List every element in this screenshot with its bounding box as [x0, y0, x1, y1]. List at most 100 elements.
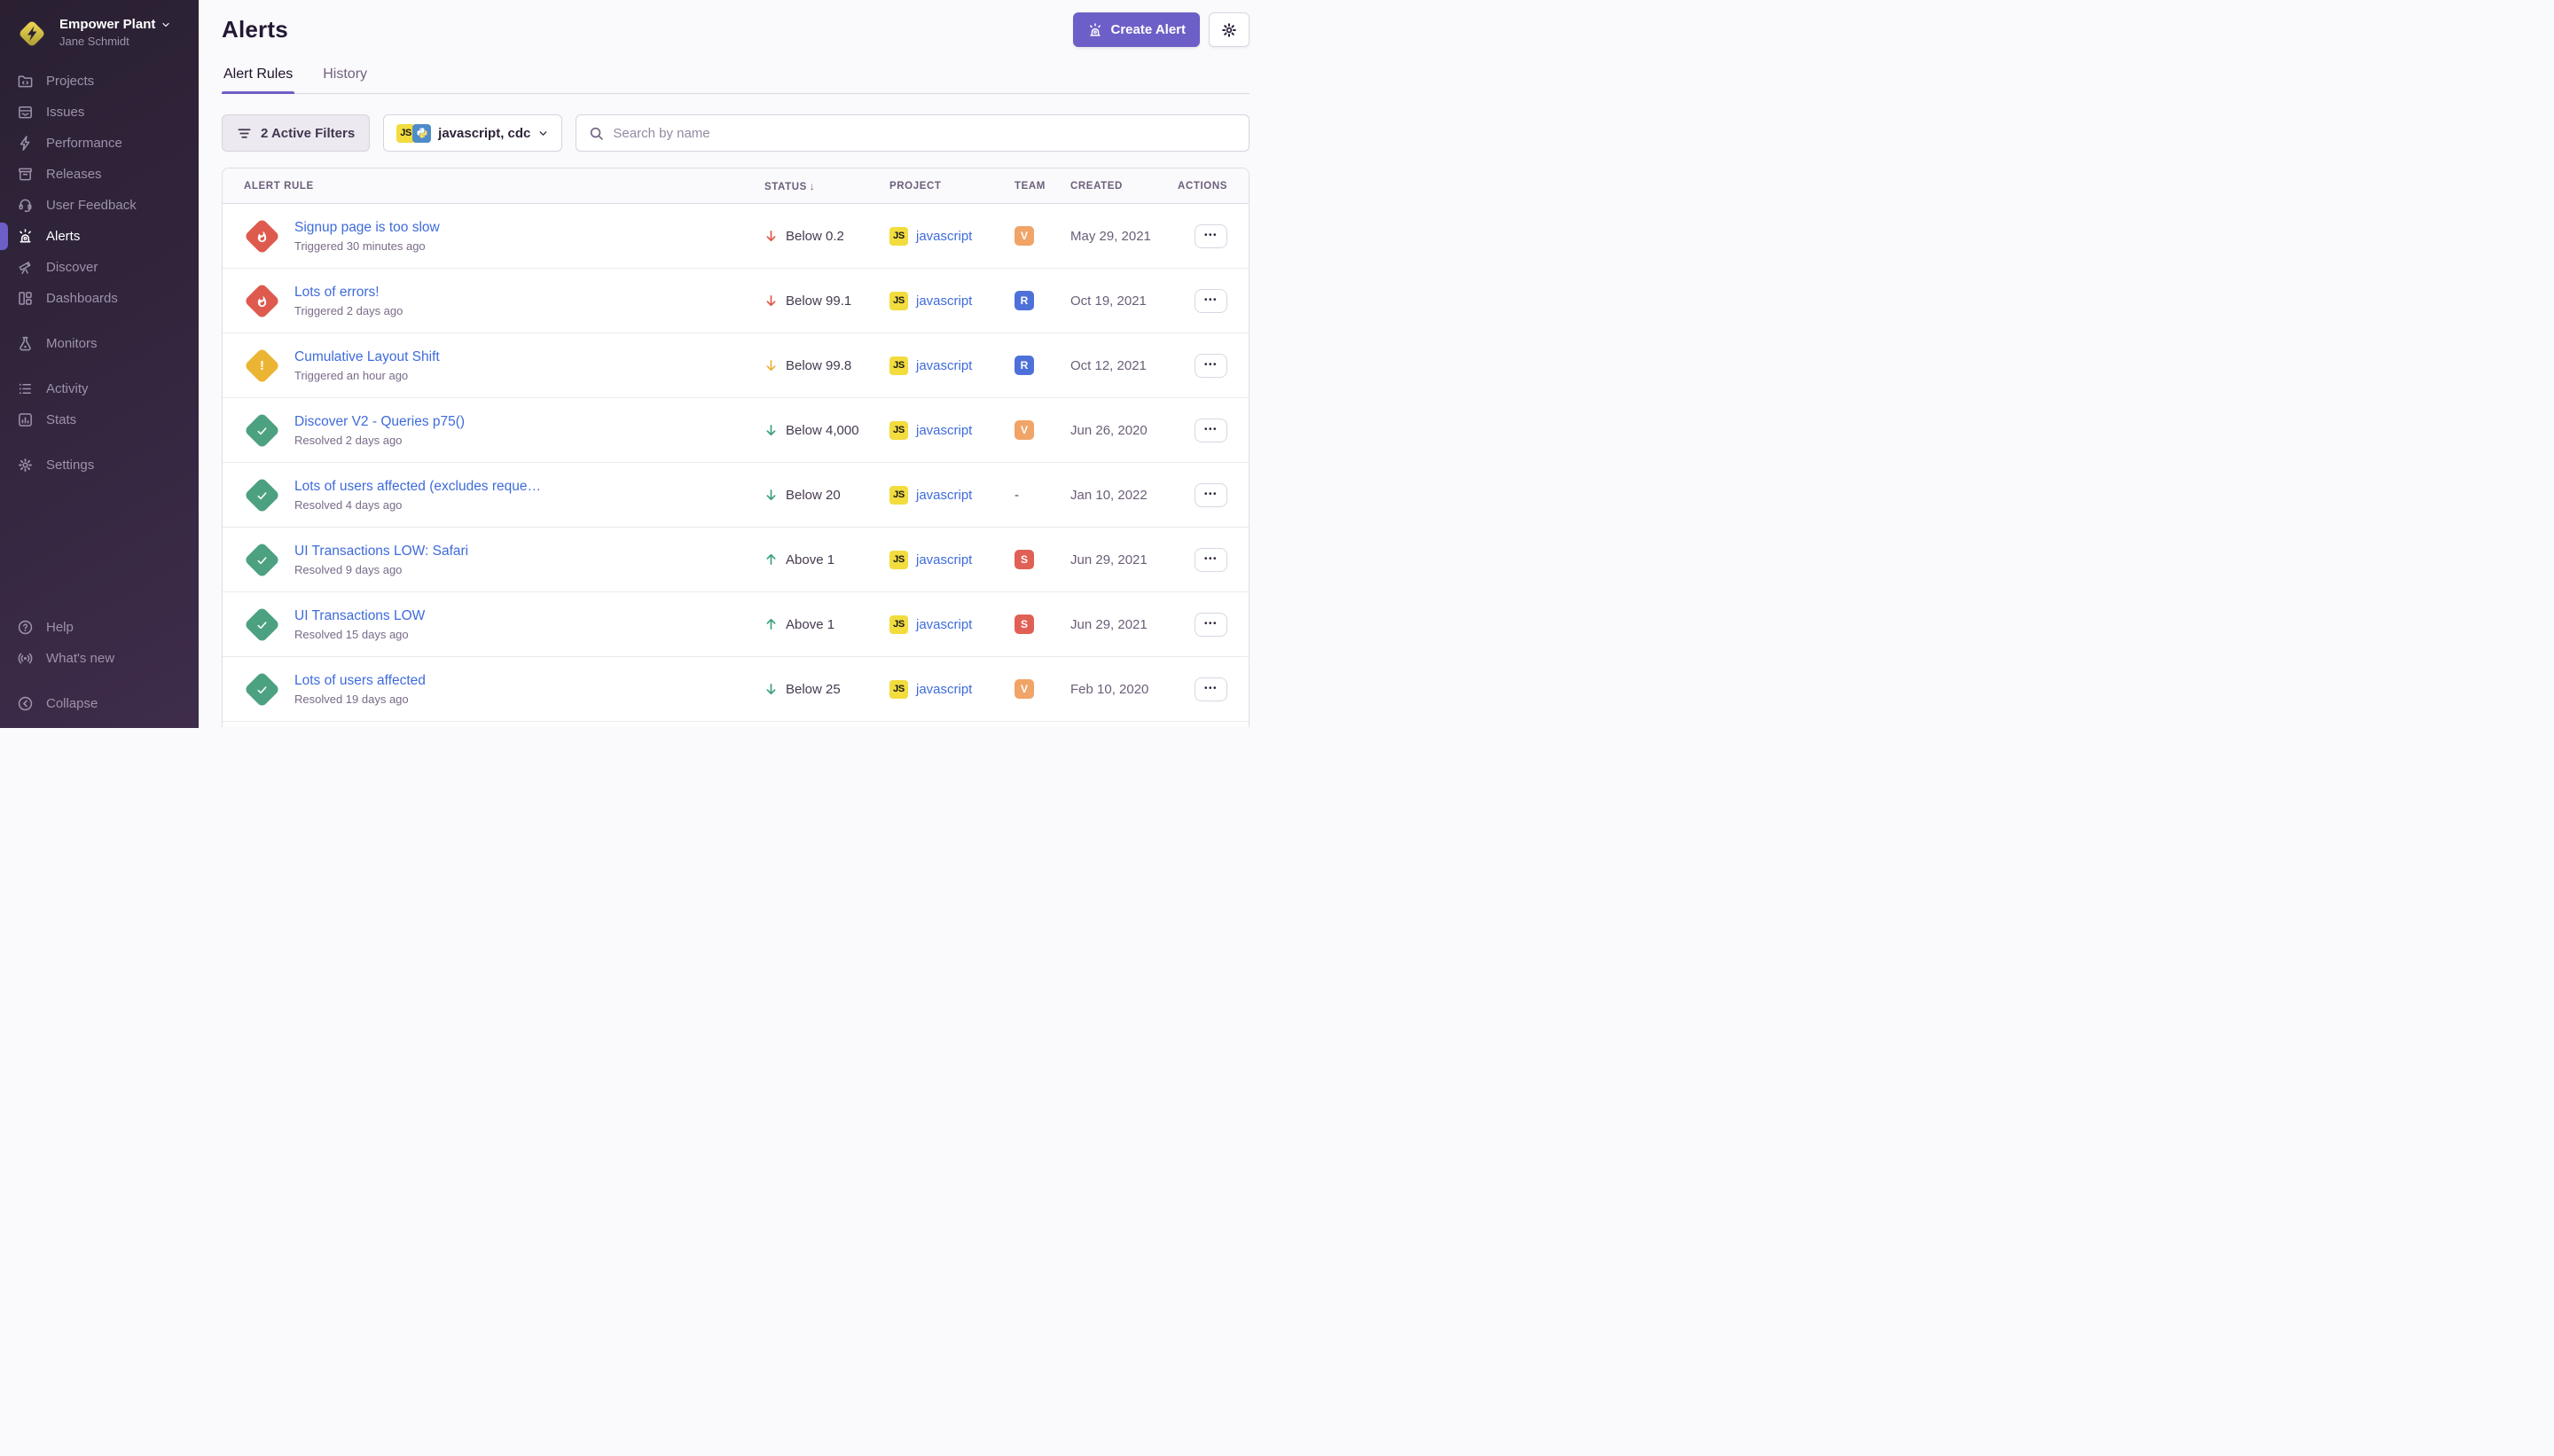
alert-rule-subtitle: Triggered 2 days ago	[294, 304, 403, 317]
sidebar-item-label: Releases	[46, 167, 102, 182]
sidebar-item-label: Settings	[46, 458, 94, 473]
row-actions-button[interactable]	[1195, 613, 1227, 637]
sidebar-item-alerts[interactable]: Alerts	[0, 221, 199, 252]
row-actions-button[interactable]	[1195, 354, 1227, 378]
sidebar-item-user-feedback[interactable]: User Feedback	[0, 190, 199, 221]
trend-arrow-icon	[764, 358, 778, 372]
project-link[interactable]: javascript	[916, 488, 972, 503]
sidebar-item-whats-new[interactable]: What's new	[0, 643, 199, 674]
javascript-platform-icon: JS	[889, 615, 908, 634]
sidebar-item-help[interactable]: Help	[0, 612, 199, 643]
alert-rule-link[interactable]: Discover V2 - Queries p75()	[294, 414, 465, 430]
alert-severity-icon: !	[244, 411, 280, 448]
alert-rule-link[interactable]: Lots of errors!	[294, 285, 403, 301]
search-input[interactable]	[613, 126, 1236, 141]
created-date: Jun 26, 2020	[1070, 423, 1169, 438]
sidebar-item-label: Discover	[46, 260, 98, 275]
sidebar-item-label: Projects	[46, 74, 94, 89]
sidebar-item-label: What's new	[46, 651, 114, 666]
created-date: Oct 19, 2021	[1070, 294, 1169, 309]
flask-icon	[17, 335, 34, 352]
project-cell: JS javascript	[889, 486, 1015, 505]
tab-history[interactable]: History	[321, 67, 369, 93]
alert-rule-subtitle: Resolved 9 days ago	[294, 563, 468, 576]
table-row: ! Discover V2 - Queries p75() Resolved 2…	[223, 398, 1249, 463]
alert-rule-link[interactable]: Lots of users affected (excludes reque…	[294, 479, 541, 495]
org-switcher[interactable]: Empower Plant Jane Schmidt	[0, 12, 199, 66]
row-actions-button[interactable]	[1195, 289, 1227, 313]
settings-button[interactable]	[1209, 12, 1250, 47]
project-link[interactable]: javascript	[916, 682, 972, 697]
project-link[interactable]: javascript	[916, 423, 972, 438]
project-link[interactable]: javascript	[916, 294, 972, 309]
stats-chart-icon	[17, 411, 34, 428]
issues-stack-icon	[17, 104, 34, 121]
gear-icon	[17, 457, 34, 474]
project-selector[interactable]: JS javascript, cdc	[383, 114, 562, 152]
search-icon	[589, 126, 604, 141]
trend-arrow-icon	[764, 229, 778, 243]
column-header-created[interactable]: Created	[1070, 181, 1169, 192]
alert-rule-link[interactable]: Cumulative Layout Shift	[294, 349, 440, 365]
create-alert-button[interactable]: Create Alert	[1073, 12, 1200, 47]
sidebar-item-label: Monitors	[46, 336, 98, 351]
tab-alert-rules[interactable]: Alert Rules	[222, 67, 294, 93]
project-cell: JS javascript	[889, 227, 1015, 246]
check-icon	[256, 553, 269, 566]
table-row: ! Lots of errors! Triggered 2 days ago B…	[223, 269, 1249, 333]
row-actions-button[interactable]	[1195, 483, 1227, 507]
alert-severity-icon: !	[244, 476, 280, 513]
project-link[interactable]: javascript	[916, 552, 972, 568]
team-badge: R	[1015, 291, 1034, 310]
archive-icon	[17, 166, 34, 183]
sidebar-item-settings[interactable]: Settings	[0, 450, 199, 481]
row-actions-button[interactable]	[1195, 677, 1227, 701]
project-link[interactable]: javascript	[916, 617, 972, 632]
sidebar-item-stats[interactable]: Stats	[0, 404, 199, 435]
sidebar-item-activity[interactable]: Activity	[0, 373, 199, 404]
sidebar-item-collapse[interactable]: Collapse	[0, 688, 199, 719]
team-badge: R	[1015, 356, 1034, 375]
help-circle-icon	[17, 619, 34, 636]
team-badge: -	[1015, 485, 1034, 505]
trend-arrow-icon	[764, 552, 778, 567]
sidebar-item-label: Help	[46, 620, 74, 635]
status-cell: Below 99.8	[764, 358, 889, 373]
project-link[interactable]: javascript	[916, 229, 972, 244]
sidebar-item-dashboards[interactable]: Dashboards	[0, 283, 199, 314]
sidebar-item-label: User Feedback	[46, 198, 137, 213]
javascript-platform-icon: JS	[889, 486, 908, 505]
row-actions-button[interactable]	[1195, 224, 1227, 248]
sidebar-footer: Help What's new Collapse	[0, 612, 199, 719]
column-header-alert-rule[interactable]: Alert Rule	[244, 181, 764, 192]
row-actions-button[interactable]	[1195, 548, 1227, 572]
sidebar-item-issues[interactable]: Issues	[0, 97, 199, 128]
alert-rule-subtitle: Resolved 19 days ago	[294, 693, 426, 706]
javascript-platform-icon: JS	[889, 680, 908, 699]
project-link[interactable]: javascript	[916, 358, 972, 373]
feedback-icon	[17, 197, 34, 214]
column-header-status[interactable]: Status↓	[764, 180, 889, 192]
alert-rule-link[interactable]: Signup page is too slow	[294, 220, 440, 236]
javascript-platform-icon: JS	[889, 227, 908, 246]
alert-rule-link[interactable]: UI Transactions LOW	[294, 608, 425, 624]
table-row: ! UI Transactions LOW Resolved 15 days a…	[223, 592, 1249, 657]
column-header-team[interactable]: Team	[1015, 181, 1070, 192]
column-header-project[interactable]: Project	[889, 181, 1015, 192]
created-date: Feb 10, 2020	[1070, 682, 1169, 697]
warning-icon: !	[260, 359, 264, 372]
active-filters-button[interactable]: 2 Active Filters	[222, 114, 370, 152]
alert-rule-link[interactable]: Lots of users affected	[294, 673, 426, 689]
sidebar-item-projects[interactable]: Projects	[0, 66, 199, 97]
check-icon	[256, 683, 269, 695]
sidebar-item-monitors[interactable]: Monitors	[0, 328, 199, 359]
alert-rule-link[interactable]: UI Transactions LOW: Safari	[294, 544, 468, 560]
javascript-platform-icon: JS	[889, 421, 908, 440]
gear-icon	[1220, 21, 1238, 39]
status-cell: Below 99.1	[764, 294, 889, 309]
sidebar-item-discover[interactable]: Discover	[0, 252, 199, 283]
sidebar-item-performance[interactable]: Performance	[0, 128, 199, 159]
row-actions-button[interactable]	[1195, 419, 1227, 442]
collapse-circle-icon	[17, 695, 34, 712]
sidebar-item-releases[interactable]: Releases	[0, 159, 199, 190]
